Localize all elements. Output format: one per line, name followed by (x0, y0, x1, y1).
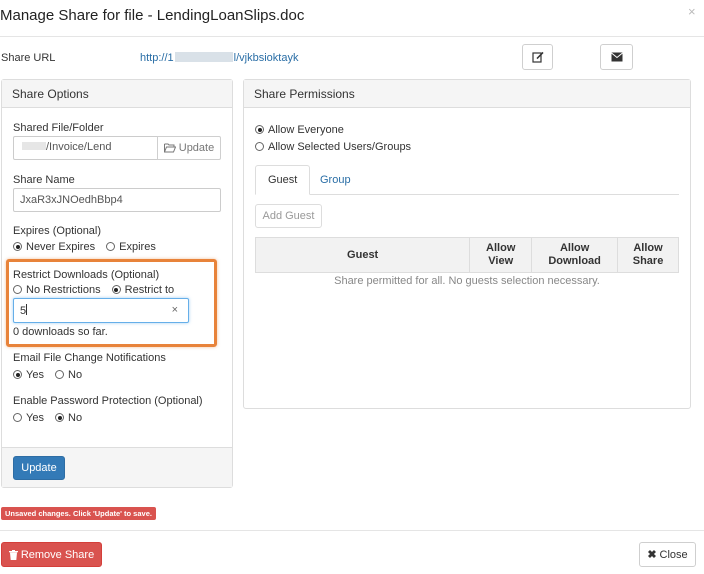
no-restrictions-label: No Restrictions (26, 284, 101, 296)
restrict-downloads-label: Restrict Downloads (Optional) (13, 269, 160, 281)
radio-selected (13, 242, 22, 251)
share-name-input[interactable] (13, 188, 221, 212)
table-header-row: Guest Allow View Allow Download Allow Share (254, 237, 679, 273)
never-expires-radio[interactable]: Never Expires (13, 241, 95, 253)
restrict-to-radio[interactable]: Restrict to (111, 284, 175, 296)
redacted-mask (22, 142, 46, 150)
share-permissions-panel: Share Permissions Allow Everyone Allow S… (243, 79, 691, 409)
remove-share-label: Remove Share (20, 548, 95, 561)
download-limit-input[interactable]: 5 × (13, 298, 189, 323)
share-url-prefix: http://1 (140, 52, 174, 64)
radio-unselected (55, 370, 65, 379)
folder-open-icon (163, 143, 176, 153)
password-yes-radio[interactable]: Yes (13, 412, 44, 424)
close-x-icon: ✖ (647, 549, 657, 561)
tab-group[interactable]: Group (308, 166, 363, 194)
password-yes-label: Yes (26, 412, 44, 424)
share-url-suffix: l/vjkbsioktayk (233, 52, 299, 64)
trash-icon (8, 549, 18, 560)
column-line2: View (488, 255, 514, 267)
header-divider (0, 36, 704, 37)
email-yes-radio[interactable]: Yes (13, 369, 44, 381)
update-path-label: Update (178, 142, 215, 154)
close-button[interactable]: ✖ Close (639, 542, 696, 567)
add-guest-button[interactable]: Add Guest (255, 204, 322, 228)
email-url-button[interactable] (600, 44, 633, 70)
allow-selected-radio[interactable]: Allow Selected Users/Groups (255, 141, 411, 153)
redacted-mask (174, 52, 233, 62)
column-header-guest: Guest (254, 237, 471, 273)
tabs-baseline (255, 194, 679, 195)
share-options-panel: Share Options Shared File/Folder /Invoic… (1, 79, 233, 488)
clear-input-icon[interactable]: × (172, 304, 178, 316)
tab-guest[interactable]: Guest (255, 165, 311, 195)
guest-table: Guest Allow View Allow Download Allow Share (254, 237, 679, 273)
email-no-radio[interactable]: No (55, 369, 82, 381)
share-name-label: Share Name (13, 174, 75, 186)
column-line1: Allow (486, 242, 516, 254)
no-restrictions-radio[interactable]: No Restrictions (13, 284, 101, 296)
radio-selected (111, 285, 121, 294)
radio-selected (255, 125, 264, 134)
password-no-label: No (68, 412, 83, 424)
close-icon[interactable]: × (688, 4, 696, 19)
password-protection-options: Yes No (13, 412, 90, 424)
column-header-allow-view: Allow View (469, 237, 533, 273)
email-notifications-options: Yes No (13, 369, 90, 381)
email-yes-label: Yes (26, 369, 44, 381)
unsaved-changes-badge: Unsaved changes. Click 'Update' to save. (1, 507, 156, 520)
update-path-button[interactable]: Update (157, 136, 221, 160)
radio-selected (55, 413, 65, 422)
radio-selected (13, 370, 22, 379)
remove-share-button[interactable]: Remove Share (1, 542, 102, 567)
expires-radio[interactable]: Expires (106, 241, 156, 253)
column-line2: Download (548, 255, 601, 267)
share-url-label: Share URL (1, 52, 56, 64)
expires-option-label: Expires (119, 241, 156, 253)
empty-table-message: Share permitted for all. No guests selec… (334, 275, 600, 287)
shared-path-field[interactable]: /Invoice/Lend (13, 136, 158, 160)
text-cursor (26, 304, 28, 315)
password-no-radio[interactable]: No (55, 412, 82, 424)
column-line1: Allow (559, 242, 590, 254)
download-count-text: 0 downloads so far. (13, 326, 108, 338)
share-permissions-title: Share Permissions (244, 80, 690, 108)
share-options-title: Share Options (2, 80, 232, 108)
allow-everyone-radio[interactable]: Allow Everyone (255, 124, 344, 136)
radio-unselected (106, 242, 116, 251)
update-button[interactable]: Update (13, 456, 65, 480)
dialog-title: Manage Share for file - LendingLoanSlips… (0, 7, 305, 24)
radio-unselected (13, 285, 22, 294)
footer-divider (0, 530, 704, 531)
allow-selected-label: Allow Selected Users/Groups (268, 141, 412, 153)
password-protection-label: Enable Password Protection (Optional) (13, 395, 203, 407)
column-line1: Allow (633, 242, 663, 254)
expires-options: Never Expires Expires (13, 241, 164, 253)
allow-everyone-label: Allow Everyone (268, 124, 344, 136)
shared-file-label: Shared File/Folder (13, 122, 104, 134)
never-expires-label: Never Expires (26, 241, 96, 253)
email-no-label: No (68, 369, 83, 381)
expires-label: Expires (Optional) (13, 225, 102, 237)
edit-url-button[interactable] (522, 44, 553, 70)
envelope-icon (610, 52, 623, 62)
radio-unselected (13, 413, 22, 422)
column-line2: Share (632, 255, 664, 267)
column-header-allow-share: Allow Share (617, 237, 679, 273)
share-url-link[interactable]: http://1 l/vjkbsioktayk (140, 52, 298, 64)
radio-unselected (255, 142, 264, 151)
restrict-downloads-options: No Restrictions Restrict to (13, 284, 174, 296)
shared-path-value: /Invoice/Lend (46, 141, 112, 153)
column-guest-label: Guest (347, 248, 379, 261)
email-notifications-label: Email File Change Notifications (13, 352, 166, 364)
column-header-allow-download: Allow Download (531, 237, 619, 273)
close-label: Close (659, 548, 688, 561)
restrict-to-label: Restrict to (124, 284, 175, 296)
edit-icon (531, 51, 544, 63)
